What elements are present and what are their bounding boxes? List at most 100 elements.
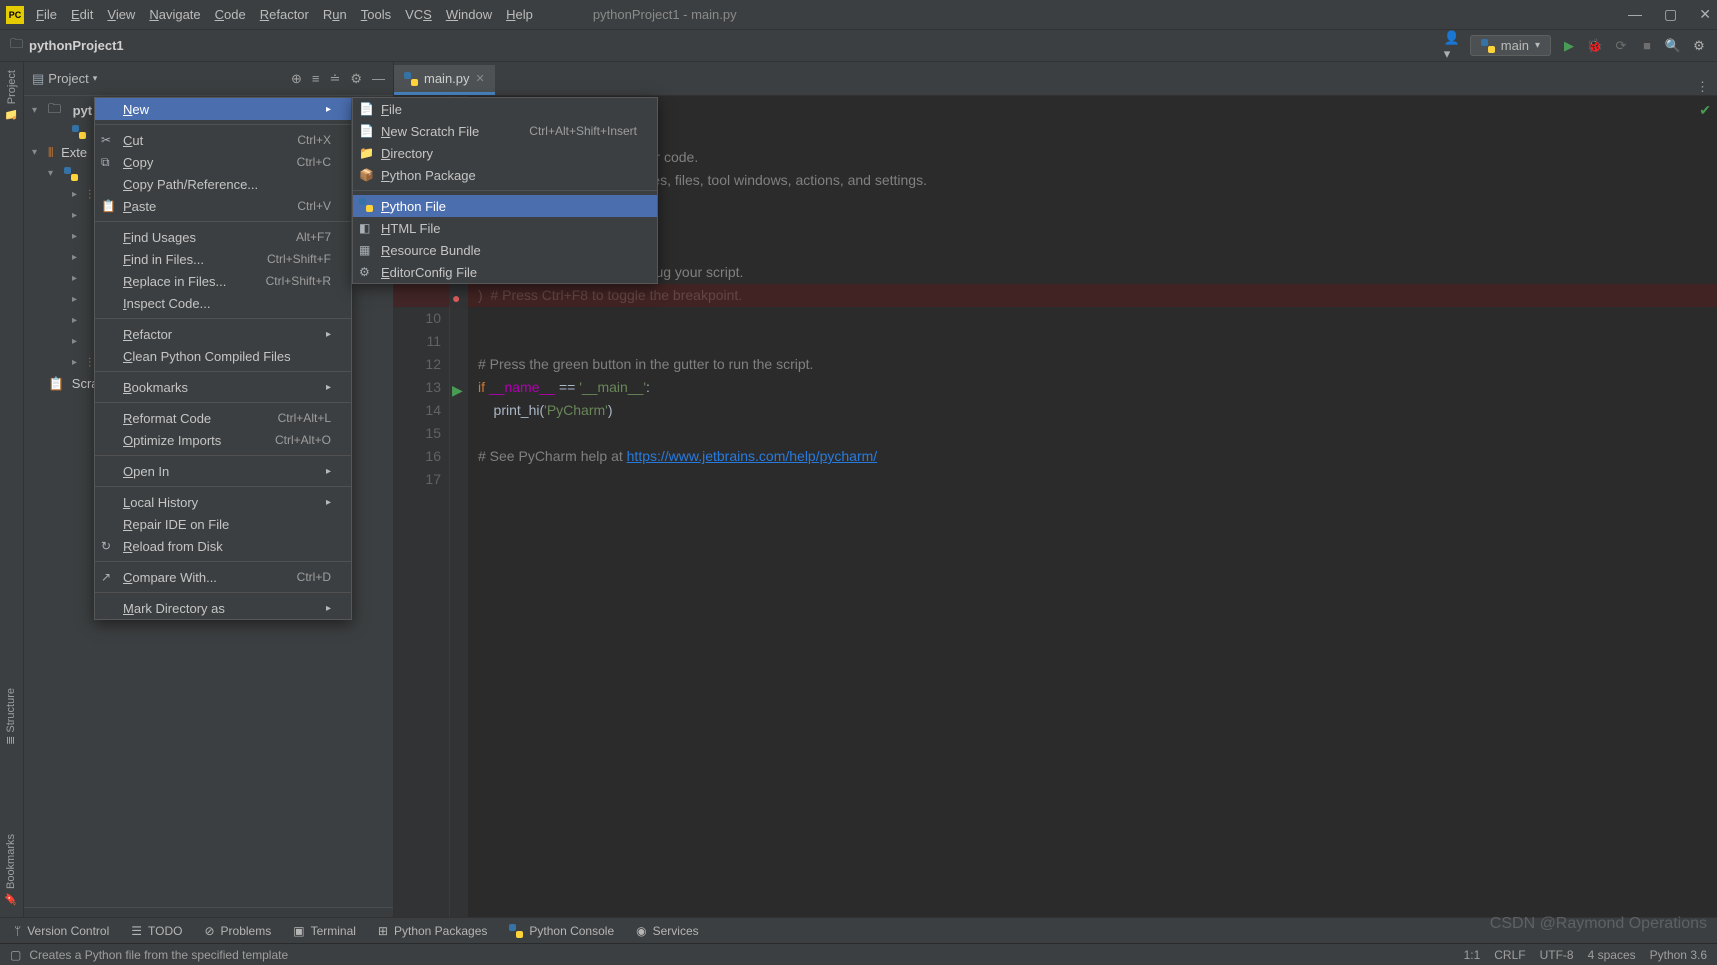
context-menu[interactable]: New▸ ✂CutCtrl+X⧉CopyCtrl+C Copy Path/Refer… <box>94 97 352 620</box>
close-tab-icon[interactable]: ✕ <box>476 72 485 85</box>
menu-view[interactable]: View <box>107 7 135 22</box>
menu-item-file[interactable]: 📄File <box>353 98 657 120</box>
menu-item-find-usages[interactable]: Find UsagesAlt+F7 <box>95 226 351 248</box>
menu-item-optimize-imports[interactable]: Optimize ImportsCtrl+Alt+O <box>95 429 351 451</box>
new-submenu[interactable]: 📄File📄New Scratch FileCtrl+Alt+Shift+Ins… <box>352 97 658 284</box>
expand-all-icon[interactable]: ≡ <box>312 71 320 87</box>
menu-item-new[interactable]: New▸ <box>95 98 351 120</box>
tw-label: Version Control <box>27 924 109 938</box>
menu-item-label: Inspect Code... <box>123 296 210 311</box>
menu-item-replace-in-files-[interactable]: Replace in Files...Ctrl+Shift+R <box>95 270 351 292</box>
menu-item-label: Copy <box>123 155 153 170</box>
tw-terminal[interactable]: ▣Terminal <box>293 924 356 938</box>
tw-todo[interactable]: ☰TODO <box>131 924 182 938</box>
menu-code[interactable]: Code <box>215 7 246 22</box>
debug-button[interactable]: 🐞 <box>1587 38 1603 54</box>
menu-file[interactable]: File <box>36 7 57 22</box>
menu-vcs[interactable]: VCS <box>405 7 432 22</box>
code-token: == <box>555 379 579 395</box>
app-icon: PC <box>6 6 24 24</box>
tw-python-packages[interactable]: ⊞Python Packages <box>378 924 487 938</box>
submenu-arrow-icon: ▸ <box>326 104 331 115</box>
menu-tools[interactable]: Tools <box>361 7 391 22</box>
menu-item-bookmarks[interactable]: Bookmarks▸ <box>95 376 351 398</box>
code-link[interactable]: https://www.jetbrains.com/help/pycharm/ <box>627 448 878 464</box>
maximize-button[interactable]: ▢ <box>1664 6 1677 23</box>
interpreter[interactable]: Python 3.6 <box>1650 948 1707 962</box>
menu-item-mark-directory-as[interactable]: Mark Directory as▸ <box>95 597 351 619</box>
stop-button[interactable]: ■ <box>1639 38 1655 54</box>
menu-item-reload-from-disk[interactable]: ↻Reload from Disk <box>95 535 351 557</box>
menu-item-compare-with-[interactable]: ↗Compare With...Ctrl+D <box>95 566 351 588</box>
shortcut: Ctrl+X <box>297 133 331 147</box>
indent[interactable]: 4 spaces <box>1588 948 1636 962</box>
search-icon[interactable]: 🔍 <box>1665 38 1681 54</box>
todo-icon: ☰ <box>131 924 142 938</box>
menu-refactor[interactable]: Refactor <box>260 7 309 22</box>
item-icon: 📋 <box>101 199 117 213</box>
menu-run[interactable]: Run <box>323 7 347 22</box>
menu-item-refactor[interactable]: Refactor▸ <box>95 323 351 345</box>
structure-tool-tab[interactable]: ≣ Structure <box>4 688 17 745</box>
menu-item-html-file[interactable]: ◧HTML File <box>353 217 657 239</box>
menu-edit[interactable]: Edit <box>71 7 93 22</box>
run-button[interactable]: ▶ <box>1561 38 1577 54</box>
project-tool-tab[interactable]: 📁 Project <box>5 70 18 121</box>
add-user-icon[interactable]: 👤▾ <box>1444 38 1460 54</box>
menu-item-label: Repair IDE on File <box>123 517 229 532</box>
bookmarks-tool-tab[interactable]: 🔖 Bookmarks <box>4 834 17 906</box>
submenu-arrow-icon: ▸ <box>326 382 331 393</box>
menu-item-copy-path-reference-[interactable]: Copy Path/Reference... <box>95 173 351 195</box>
menu-help[interactable]: Help <box>506 7 533 22</box>
menu-item-python-file[interactable]: Python File <box>353 195 657 217</box>
settings-gear-icon[interactable]: ⚙ <box>350 71 362 87</box>
menu-window[interactable]: Window <box>446 7 492 22</box>
tabs-more-icon[interactable]: ⋮ <box>1688 79 1717 95</box>
project-view-selector[interactable]: ▤ Project ▾ <box>32 71 97 87</box>
menu-item-cut[interactable]: ✂CutCtrl+X <box>95 129 351 151</box>
code-token: : <box>646 379 650 395</box>
submenu-arrow-icon: ▸ <box>326 466 331 477</box>
menu-item-clean-python-compiled-files[interactable]: Clean Python Compiled Files <box>95 345 351 367</box>
close-button[interactable]: ✕ <box>1699 6 1711 23</box>
breakpoint-icon[interactable]: ● <box>452 287 460 310</box>
hide-icon[interactable]: — <box>372 71 385 87</box>
menu-item-copy[interactable]: ⧉CopyCtrl+C <box>95 151 351 173</box>
sidebar-scrollbar[interactable] <box>24 907 393 917</box>
menu-item-new-scratch-file[interactable]: 📄New Scratch FileCtrl+Alt+Shift+Insert <box>353 120 657 142</box>
tw-version-control[interactable]: ᛘVersion Control <box>14 924 109 938</box>
menu-item-repair-ide-on-file[interactable]: Repair IDE on File <box>95 513 351 535</box>
settings-icon[interactable]: ⚙ <box>1691 38 1707 54</box>
encoding[interactable]: UTF-8 <box>1540 948 1574 962</box>
menu-item-python-package[interactable]: 📦Python Package <box>353 164 657 186</box>
tw-problems[interactable]: ⊘Problems <box>204 924 271 938</box>
menu-item-editorconfig-file[interactable]: ⚙EditorConfig File <box>353 261 657 283</box>
caret-position[interactable]: 1:1 <box>1464 948 1481 962</box>
menu-item-paste[interactable]: 📋PasteCtrl+V <box>95 195 351 217</box>
file-tab-main[interactable]: main.py ✕ <box>394 65 495 95</box>
menu-item-find-in-files-[interactable]: Find in Files...Ctrl+Shift+F <box>95 248 351 270</box>
inspection-ok-icon[interactable]: ✔ <box>1699 102 1711 119</box>
shortcut: Ctrl+Alt+O <box>275 433 331 447</box>
menu-item-inspect-code-[interactable]: Inspect Code... <box>95 292 351 314</box>
menu-item-reformat-code[interactable]: Reformat CodeCtrl+Alt+L <box>95 407 351 429</box>
menu-item-resource-bundle[interactable]: ▦Resource Bundle <box>353 239 657 261</box>
breadcrumb-project[interactable]: pythonProject1 <box>29 38 124 53</box>
run-line-icon[interactable]: ▶ <box>452 379 463 402</box>
shortcut: Alt+F7 <box>296 230 331 244</box>
menu-item-label: Copy Path/Reference... <box>123 177 258 192</box>
menu-item-open-in[interactable]: Open In▸ <box>95 460 351 482</box>
collapse-all-icon[interactable]: ≐ <box>329 71 340 87</box>
run-config-selector[interactable]: main ▾ <box>1470 35 1551 56</box>
line-sep[interactable]: CRLF <box>1494 948 1525 962</box>
locate-icon[interactable]: ⊕ <box>291 71 302 87</box>
coverage-button[interactable]: ⟳ <box>1613 38 1629 54</box>
menu-navigate[interactable]: Navigate <box>149 7 200 22</box>
tw-python-console[interactable]: Python Console <box>509 924 614 938</box>
minimize-button[interactable]: — <box>1628 6 1642 23</box>
status-icon[interactable]: ▢ <box>10 948 21 962</box>
menu-item-local-history[interactable]: Local History▸ <box>95 491 351 513</box>
menu-item-directory[interactable]: 📁Directory <box>353 142 657 164</box>
tw-services[interactable]: ◉Services <box>636 924 699 938</box>
folder-icon: 🗀 <box>10 35 23 57</box>
